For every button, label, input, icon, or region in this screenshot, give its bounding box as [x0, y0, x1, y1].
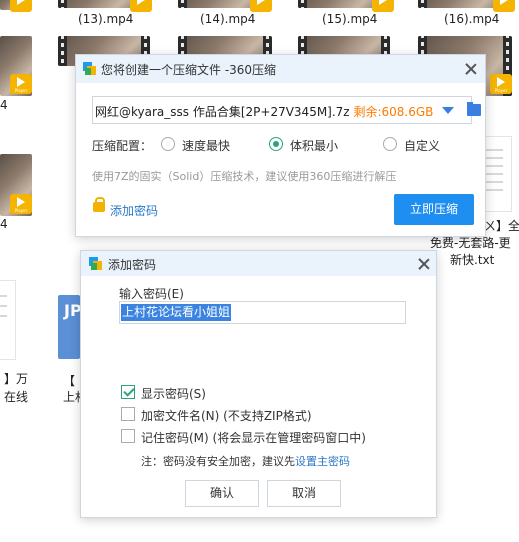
close-icon[interactable] — [464, 62, 478, 76]
cancel-button[interactable]: 取消 — [267, 480, 341, 507]
player-badge-icon: Player — [10, 74, 32, 94]
dialog-title-bar[interactable]: 添加密码 — [81, 251, 436, 276]
player-badge-icon: Player — [490, 74, 512, 94]
password-value: 上村花论坛看小姐姐 — [121, 304, 232, 321]
folder-icon[interactable] — [467, 102, 481, 116]
file-name[interactable]: 】万 — [4, 370, 28, 387]
dialog-title: 添加密码 — [108, 258, 157, 272]
file-name[interactable]: 4 — [0, 217, 8, 231]
file-name[interactable]: 新快.txt — [450, 251, 494, 268]
password-input[interactable]: 上村花论坛看小姐姐 — [119, 301, 406, 324]
compress-now-button[interactable]: 立即压缩 — [394, 194, 474, 225]
dialog-title-bar[interactable]: 您将创建一个压缩文件 -360压缩 — [76, 55, 485, 83]
file-name[interactable]: ㄨ】全 — [484, 217, 519, 234]
set-master-password-link[interactable]: 设置主密码 — [295, 455, 350, 468]
app-logo-icon — [83, 62, 97, 76]
dialog-title: 您将创建一个压缩文件 -360压缩 — [101, 63, 277, 77]
player-badge-icon — [130, 0, 152, 12]
confirm-button[interactable]: 确认 — [185, 480, 259, 507]
radio-smallest[interactable] — [269, 137, 283, 151]
player-badge-icon: Player — [10, 194, 32, 214]
player-badge-icon — [372, 0, 394, 12]
encrypt-filenames-label[interactable]: 加密文件名(N) (不支持ZIP格式) — [141, 407, 312, 424]
lock-icon — [93, 197, 105, 212]
show-password-label[interactable]: 显示密码(S) — [141, 385, 206, 402]
close-icon[interactable] — [417, 257, 431, 271]
jpg-file-icon[interactable]: JP — [58, 295, 82, 359]
compression-hint: 使用7Z的固实（Solid）压缩技术，建议使用360压缩进行解压 — [92, 170, 397, 183]
chevron-down-icon[interactable] — [442, 107, 454, 114]
compress-dialog: 您将创建一个压缩文件 -360压缩 网红@kyara_sss 作品合集[2P+2… — [75, 54, 486, 237]
encrypt-filenames-checkbox[interactable] — [121, 407, 135, 421]
file-name[interactable]: (13).mp4 — [78, 12, 133, 26]
password-input-label: 输入密码(E) — [119, 287, 184, 301]
radio-fastest[interactable] — [161, 137, 175, 151]
show-password-checkbox[interactable] — [121, 385, 135, 399]
config-label: 压缩配置： — [92, 139, 153, 153]
file-name[interactable]: (16).mp4 — [444, 12, 499, 26]
archive-path: 网红@kyara_sss 作品合集[2P+27V345M].7z — [95, 105, 350, 119]
file-name[interactable]: 【 — [63, 372, 75, 389]
file-name[interactable]: 4 — [0, 98, 8, 112]
option-smallest-label[interactable]: 体积最小 — [290, 137, 338, 154]
security-note: 注：密码没有安全加密，建议先设置主密码 — [141, 453, 350, 469]
player-badge-icon — [10, 0, 32, 12]
option-custom-label[interactable]: 自定义 — [404, 137, 440, 154]
player-badge-icon — [493, 0, 515, 12]
option-fastest-label[interactable]: 速度最快 — [182, 137, 230, 154]
note-text: 注：密码没有安全加密，建议先 — [141, 455, 295, 468]
file-name[interactable]: (14).mp4 — [200, 12, 255, 26]
player-badge-icon — [250, 0, 272, 12]
app-logo-icon — [89, 257, 103, 271]
free-space-label: 剩余:608.6GB — [353, 105, 434, 119]
file-name[interactable]: 在线 — [4, 388, 28, 405]
add-password-link[interactable]: 添加密码 — [110, 202, 158, 219]
archive-path-field[interactable]: 网红@kyara_sss 作品合集[2P+27V345M].7z 剩余:608.… — [92, 96, 481, 124]
remember-password-label[interactable]: 记住密码(M) (将会显示在管理密码窗口中) — [141, 429, 366, 446]
radio-custom[interactable] — [383, 137, 397, 151]
password-dialog: 添加密码 输入密码(E) 上村花论坛看小姐姐 显示密码(S) 加密文件名(N) … — [80, 250, 437, 518]
remember-password-checkbox[interactable] — [121, 429, 135, 443]
file-name[interactable]: (15).mp4 — [322, 12, 377, 26]
text-file-icon[interactable] — [0, 280, 16, 360]
